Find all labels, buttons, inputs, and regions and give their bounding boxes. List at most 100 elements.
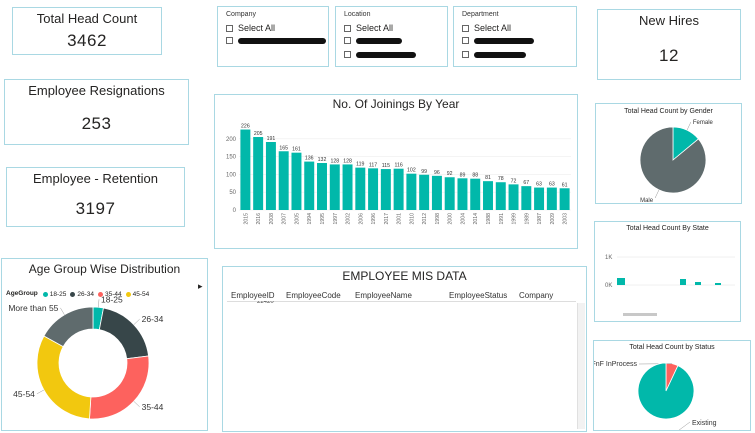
chart-title: Total Head Count by Status: [629, 344, 715, 351]
bar[interactable]: [419, 174, 430, 210]
x-tick-label: 1989: [524, 213, 530, 225]
status-pie-card[interactable]: Total Head Count by Status FnF InProcess…: [593, 340, 751, 431]
department-option[interactable]: [462, 51, 526, 58]
bar[interactable]: [342, 164, 353, 210]
bar[interactable]: [329, 164, 340, 210]
bar[interactable]: [393, 168, 404, 210]
checkbox[interactable]: [462, 24, 469, 32]
bar[interactable]: [431, 175, 442, 210]
data-label: 78: [498, 176, 504, 182]
location-option[interactable]: [344, 37, 402, 44]
bar[interactable]: [680, 279, 686, 285]
bar[interactable]: [240, 129, 251, 210]
x-tick-label: 2005: [294, 213, 300, 225]
bar[interactable]: [617, 278, 625, 285]
department-option[interactable]: [462, 37, 534, 44]
slice-label: Male: [640, 198, 654, 203]
table-cell: 22420: [257, 301, 274, 305]
leader-line: [686, 121, 692, 131]
slice-label: FnF InProcess: [594, 361, 637, 368]
resignations-label: Employee Resignations: [28, 83, 165, 98]
bar[interactable]: [495, 182, 506, 210]
joinings-bar-svg: 0 50 100 150 200 226 2015 205 2016 191 2008 165 2007…: [226, 124, 571, 225]
company-option[interactable]: [226, 37, 326, 44]
bar[interactable]: [444, 177, 455, 210]
checkbox[interactable]: [344, 24, 351, 32]
bar[interactable]: [304, 161, 315, 210]
bar[interactable]: [317, 163, 327, 210]
pie-slice[interactable]: [637, 362, 695, 420]
x-tick-label: 1994: [307, 213, 313, 225]
bar[interactable]: [253, 137, 264, 210]
chart-title: No. Of Joinings By Year: [332, 97, 460, 111]
checkbox[interactable]: [226, 37, 233, 44]
bar[interactable]: [368, 168, 379, 210]
column-header[interactable]: EmployeeID: [231, 291, 275, 300]
data-label: 226: [241, 124, 250, 130]
bar[interactable]: [470, 178, 481, 210]
bar[interactable]: [559, 188, 570, 210]
data-label: 96: [434, 170, 440, 176]
bar[interactable]: [715, 283, 721, 285]
total-head-count-value: 3462: [67, 31, 107, 50]
data-label: 102: [407, 168, 416, 174]
checkbox[interactable]: [344, 37, 351, 44]
data-label: 63: [536, 182, 542, 188]
data-label: 63: [549, 182, 555, 188]
bar[interactable]: [483, 181, 493, 210]
data-label: 132: [318, 157, 327, 163]
company-slicer-title: Company: [226, 11, 256, 18]
age-group-card[interactable]: Age Group Wise Distribution AgeGroup 18-…: [1, 258, 208, 431]
location-slicer[interactable]: Location Select All: [335, 6, 448, 67]
bar[interactable]: [546, 187, 557, 210]
data-label: 117: [369, 162, 377, 168]
bar[interactable]: [278, 151, 289, 210]
bar[interactable]: [457, 178, 468, 210]
pie-slice[interactable]: [36, 335, 92, 420]
checkbox[interactable]: [462, 37, 469, 44]
x-tick-label: 2007: [282, 213, 288, 225]
checkbox[interactable]: [226, 24, 233, 32]
pie-slice[interactable]: [89, 355, 150, 420]
x-tick-label: 1997: [333, 213, 339, 225]
checkbox[interactable]: [462, 51, 469, 58]
data-label: 67: [523, 180, 529, 186]
bar[interactable]: [508, 184, 519, 210]
bar[interactable]: [521, 186, 532, 210]
column-header[interactable]: EmployeeName: [355, 291, 412, 300]
scrollbar-thumb[interactable]: [623, 313, 657, 316]
checkbox[interactable]: [344, 51, 351, 58]
redacted-text: [474, 51, 526, 58]
department-select-all[interactable]: Select All: [462, 23, 511, 33]
bar[interactable]: [291, 152, 302, 210]
bar[interactable]: [265, 142, 276, 210]
slice-label: More than 55: [8, 303, 58, 313]
state-chart-card[interactable]: Total Head Count By State 1K 0K: [594, 221, 741, 322]
column-header[interactable]: EmployeeCode: [286, 291, 341, 300]
department-slicer[interactable]: Department Select All: [453, 6, 577, 67]
redacted-text: [238, 37, 326, 44]
table-scrollbar[interactable]: [577, 303, 585, 429]
employee-table-card[interactable]: EMPLOYEE MIS DATA EmployeeID EmployeeCod…: [222, 266, 587, 432]
table-title: EMPLOYEE MIS DATA: [342, 269, 467, 283]
bar[interactable]: [355, 167, 366, 210]
total-head-count-label: Total Head Count: [36, 11, 138, 26]
bar[interactable]: [380, 169, 391, 210]
gender-pie-card[interactable]: Total Head Count by Gender Female Male: [595, 103, 742, 204]
legend-more-arrow[interactable]: ▸: [198, 281, 203, 292]
company-select-all[interactable]: Select All: [226, 23, 275, 33]
slice-label: 35-44: [142, 402, 164, 412]
department-slicer-title: Department: [462, 11, 499, 18]
column-header[interactable]: EmployeeStatus: [449, 291, 507, 300]
joinings-by-year-chart[interactable]: No. Of Joinings By Year 0 50 100 150 200 226 2…: [214, 94, 578, 249]
status-pie-svg: FnF InProcess Existing: [594, 361, 717, 430]
new-hires-card: New Hires 12: [597, 9, 741, 80]
bar[interactable]: [534, 187, 545, 210]
location-select-all[interactable]: Select All: [344, 23, 393, 33]
tick-label: 0K: [605, 283, 612, 289]
company-slicer[interactable]: Company Select All: [217, 6, 329, 67]
location-option[interactable]: [344, 51, 416, 58]
column-header[interactable]: Company: [519, 291, 553, 300]
bar[interactable]: [695, 282, 701, 285]
bar[interactable]: [406, 173, 417, 210]
